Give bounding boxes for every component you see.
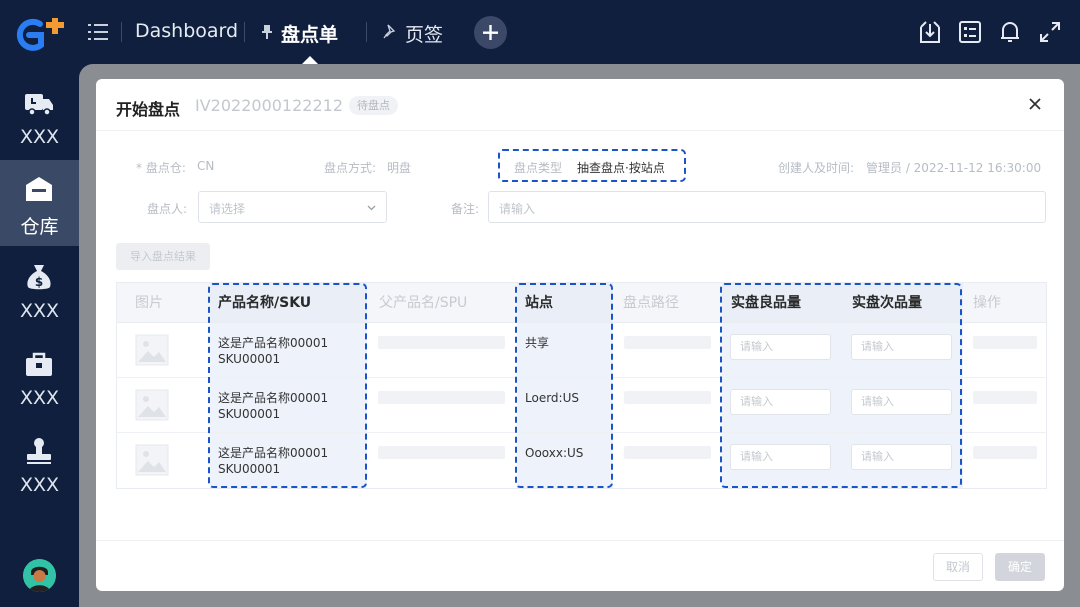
menu-icon[interactable] — [88, 22, 108, 42]
sidebar-item-tools[interactable]: XXX — [0, 335, 79, 421]
image-placeholder-icon — [135, 444, 169, 476]
method-value: 明盘 — [387, 161, 412, 175]
header-image: 图片 — [117, 283, 210, 323]
import-results-button[interactable]: 导入盘点结果 — [116, 243, 210, 270]
sidebar-item-warehouse[interactable]: 仓库 — [0, 160, 79, 246]
confirm-button[interactable]: 确定 — [995, 553, 1045, 581]
cancel-button[interactable]: 取消 — [933, 553, 983, 581]
chevron-down-icon — [367, 205, 376, 211]
dialog-title: 开始盘点 — [116, 100, 181, 119]
bell-icon[interactable] — [998, 19, 1022, 45]
sidebar: XXX 仓库 $ XXX XXX XXX — [0, 64, 79, 607]
user-avatar-icon — [23, 559, 56, 592]
header-actions: 操作 — [963, 283, 1046, 323]
creator-label: 创建人及时间: — [778, 161, 855, 175]
toolbox-icon — [26, 352, 52, 376]
divider — [121, 22, 122, 42]
divider — [244, 22, 245, 42]
sidebar-item-label: XXX — [19, 474, 60, 496]
delivery-truck-icon — [25, 94, 53, 116]
skeleton-bar — [378, 446, 505, 459]
count-order-number: IV2022000122212 — [195, 96, 343, 115]
sidebar-item-finance[interactable]: $ XXX — [0, 248, 79, 334]
header-parent-spu: 父产品名/SPU — [367, 283, 517, 323]
image-placeholder-icon — [135, 334, 169, 366]
skeleton-bar — [624, 446, 711, 459]
header-count-path: 盘点路径 — [613, 283, 722, 323]
skeleton-bar — [378, 391, 505, 404]
site-highlight — [515, 283, 613, 488]
download-icon[interactable] — [918, 19, 942, 45]
warehouse-label: * 盘点仓: — [136, 161, 186, 175]
stamp-icon — [27, 438, 51, 464]
sidebar-item-label: 仓库 — [20, 216, 59, 238]
svg-text:$: $ — [35, 275, 43, 289]
skeleton-bar — [973, 336, 1037, 349]
tab-page[interactable]: 页签 — [405, 20, 443, 47]
skeleton-bar — [624, 391, 711, 404]
tab-inventory-count[interactable]: 盘点单 — [281, 20, 338, 47]
avatar[interactable] — [23, 559, 56, 592]
type-highlight — [498, 149, 686, 182]
warehouse-icon — [26, 177, 52, 201]
counter-select[interactable]: 请选择 — [198, 191, 387, 223]
skeleton-bar — [378, 336, 505, 349]
active-tab-indicator — [302, 56, 318, 64]
add-tab-button[interactable] — [474, 16, 507, 49]
dialog-footer: 取消 确定 — [96, 540, 1064, 591]
plus-icon — [483, 25, 498, 40]
status-badge: 待盘点 — [349, 96, 398, 115]
money-bag-icon: $ — [27, 265, 51, 290]
tab-dashboard[interactable]: Dashboard — [135, 20, 238, 42]
image-placeholder-icon — [135, 389, 169, 421]
top-bar: Dashboard 盘点单 页签 — [0, 0, 1080, 64]
creator-value: 管理员 / 2022-11-12 16:30:00 — [866, 161, 1042, 175]
app-logo[interactable] — [10, 18, 68, 52]
start-count-dialog: 开始盘点 IV2022000122212 待盘点 * 盘点仓: CN 盘点方式:… — [96, 79, 1064, 591]
dialog-header: 开始盘点 IV2022000122212 待盘点 — [96, 79, 1064, 131]
counter-placeholder: 请选择 — [209, 202, 246, 216]
quantity-highlight — [720, 283, 962, 488]
sidebar-item-label: XXX — [19, 126, 60, 148]
sidebar-item-delivery[interactable]: XXX — [0, 74, 79, 160]
method-label: 盘点方式: — [324, 161, 377, 175]
pin-outline-icon — [383, 24, 396, 39]
warehouse-value: CN — [197, 159, 215, 173]
note-input[interactable]: 请输入 — [488, 191, 1046, 223]
close-icon[interactable] — [1028, 97, 1042, 111]
divider — [366, 22, 367, 42]
checklist-icon[interactable] — [958, 19, 982, 45]
pin-icon — [262, 25, 272, 39]
sidebar-item-stamp[interactable]: XXX — [0, 422, 79, 508]
sidebar-item-label: XXX — [19, 387, 60, 409]
fullscreen-icon[interactable] — [1038, 19, 1062, 45]
product-sku-highlight — [208, 283, 367, 488]
sidebar-item-label: XXX — [19, 300, 60, 322]
skeleton-bar — [973, 391, 1037, 404]
skeleton-bar — [973, 446, 1037, 459]
counter-label: 盘点人: — [147, 202, 188, 216]
skeleton-bar — [624, 336, 711, 349]
note-placeholder: 请输入 — [499, 202, 536, 216]
note-label: 备注: — [451, 202, 480, 216]
